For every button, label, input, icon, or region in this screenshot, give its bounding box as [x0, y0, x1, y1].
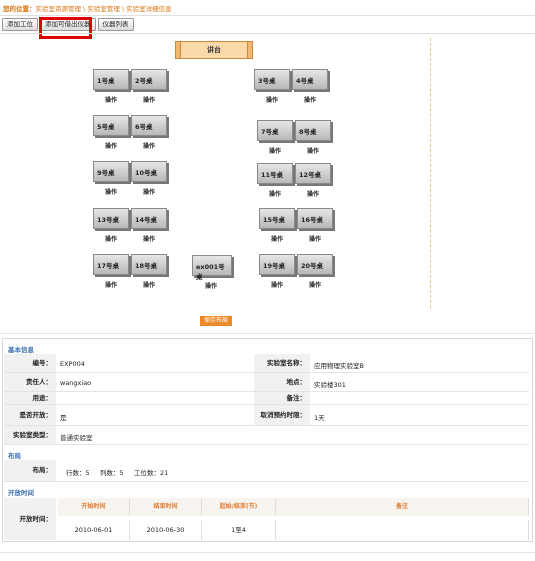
- desk-5[interactable]: 5号桌: [93, 115, 129, 136]
- open-time-label: 开放时间：: [4, 498, 56, 540]
- lab-name-value: 应用物理实验室B: [314, 362, 364, 370]
- desk-18[interactable]: 18号桌: [131, 254, 167, 275]
- desk-5-operate[interactable]: 操作: [105, 141, 117, 150]
- col-periods: 起始/结束(节): [202, 498, 276, 516]
- desk-17[interactable]: 17号桌: [93, 254, 129, 275]
- desk-14-operate[interactable]: 操作: [143, 234, 155, 243]
- desk-16-operate[interactable]: 操作: [309, 234, 321, 243]
- owner-label: 责任人：: [4, 373, 56, 391]
- desk-6-operate[interactable]: 操作: [143, 141, 155, 150]
- basic-info-title: 基本信息: [8, 346, 34, 354]
- col-end-time: 结束时间: [130, 498, 202, 516]
- desk-2-operate[interactable]: 操作: [143, 95, 155, 104]
- desk-19[interactable]: 19号桌: [259, 254, 295, 275]
- open-label: 是否开放：: [4, 405, 56, 425]
- desk-20-operate[interactable]: 操作: [309, 280, 321, 289]
- desk-ex001[interactable]: ex001号桌: [192, 255, 232, 281]
- code-label: 编号：: [4, 354, 56, 372]
- desk-8[interactable]: 8号桌: [295, 120, 331, 141]
- section-divider: [0, 333, 535, 334]
- desk-11-operate[interactable]: 操作: [269, 189, 281, 198]
- desk-1-operate[interactable]: 操作: [105, 95, 117, 104]
- desk-7[interactable]: 7号桌: [257, 120, 293, 141]
- layout-title: 布局: [8, 452, 21, 460]
- desk-15[interactable]: 15号桌: [259, 208, 295, 229]
- save-layout-button[interactable]: 保存布局: [200, 316, 232, 326]
- stations-value: 21: [159, 469, 169, 477]
- desk-4-operate[interactable]: 操作: [304, 95, 316, 104]
- desk-18-operate[interactable]: 操作: [143, 280, 155, 289]
- rows-label: 行数：: [66, 469, 86, 477]
- stations-label: 工位数：: [133, 469, 160, 477]
- desk-4[interactable]: 4号桌: [292, 69, 328, 90]
- footer-divider: [0, 552, 535, 553]
- usage-label: 用途：: [4, 392, 56, 404]
- desk-13[interactable]: 13号桌: [93, 208, 129, 229]
- remark-label: 备注：: [254, 392, 310, 404]
- desk-20[interactable]: 20号桌: [297, 254, 333, 275]
- owner-value: wangxiao: [60, 379, 92, 387]
- open-time-title: 开放时间: [8, 489, 34, 497]
- breadcrumb-path[interactable]: 实验室资源管理 \ 实验室管理 \ 实验室详细信息: [36, 5, 172, 13]
- info-row-3: 用途： 备注：: [4, 392, 529, 405]
- header-divider: [0, 15, 535, 16]
- cols-label: 列数：: [99, 469, 120, 477]
- info-row-5: 实验室类型： 普通实验室: [4, 426, 529, 445]
- cancel-limit-label: 取消预约时限：: [254, 405, 310, 425]
- desk-1[interactable]: 1号桌: [93, 69, 129, 90]
- desk-10-operate[interactable]: 操作: [143, 187, 155, 196]
- desk-3-operate[interactable]: 操作: [266, 95, 278, 104]
- info-row-1: 编号： EXP004 实验室名称： 应用物理实验室B: [4, 354, 529, 373]
- lab-name-label: 实验室名称：: [254, 354, 310, 372]
- toolbar-divider: [0, 33, 535, 34]
- layout-boundary: [430, 38, 431, 308]
- desk-10[interactable]: 10号桌: [131, 161, 167, 182]
- desk-19-operate[interactable]: 操作: [271, 280, 283, 289]
- desk-11[interactable]: 11号桌: [257, 163, 293, 184]
- desk-8-operate[interactable]: 操作: [307, 146, 319, 155]
- instrument-list-button[interactable]: 仪器列表: [97, 18, 134, 31]
- info-row-4: 是否开放： 是 取消预约时限： 1天: [4, 405, 529, 426]
- desk-12[interactable]: 12号桌: [295, 163, 331, 184]
- desk-13-operate[interactable]: 操作: [105, 234, 117, 243]
- highlight-box: [39, 17, 92, 39]
- desk-12-operate[interactable]: 操作: [307, 189, 319, 198]
- lab-type-value: 普通实验室: [60, 434, 93, 442]
- lab-type-label: 实验室类型：: [4, 426, 56, 444]
- cell-end-time: 2010-06-30: [130, 520, 202, 540]
- podium: 讲台: [175, 41, 253, 59]
- desk-17-operate[interactable]: 操作: [105, 280, 117, 289]
- location-value: 实验楼301: [314, 381, 346, 389]
- layout-label: 布局：: [4, 460, 56, 481]
- cell-periods: 1至4: [202, 520, 276, 540]
- location-label: 地点：: [254, 373, 310, 391]
- desk-3[interactable]: 3号桌: [254, 69, 290, 90]
- col-start-time: 开始时间: [58, 498, 130, 516]
- layout-row: 布局： 行数：5 列数：5 工位数：21: [4, 460, 529, 482]
- info-row-2: 责任人： wangxiao 地点： 实验楼301: [4, 373, 529, 392]
- cancel-limit-value: 1天: [314, 414, 325, 422]
- cell-remark: [276, 520, 529, 540]
- add-station-button[interactable]: 添加工位: [2, 18, 38, 31]
- breadcrumb: 您的位置：实验室资源管理 \ 实验室管理 \ 实验室详细信息: [3, 3, 172, 13]
- desk-7-operate[interactable]: 操作: [269, 146, 281, 155]
- desk-15-operate[interactable]: 操作: [271, 234, 283, 243]
- desk-2[interactable]: 2号桌: [131, 69, 167, 90]
- cols-value: 5: [119, 469, 124, 477]
- breadcrumb-label: 您的位置：: [3, 5, 36, 13]
- desk-9[interactable]: 9号桌: [93, 161, 129, 182]
- desk-16[interactable]: 16号桌: [297, 208, 333, 229]
- desk-9-operate[interactable]: 操作: [105, 187, 117, 196]
- open-value: 是: [60, 414, 67, 422]
- desk-14[interactable]: 14号桌: [131, 208, 167, 229]
- rows-value: 5: [85, 469, 90, 477]
- code-value: EXP004: [60, 360, 85, 368]
- cell-start-time: 2010-06-01: [58, 520, 130, 540]
- layout-summary: 行数：5 列数：5 工位数：21: [66, 467, 168, 477]
- desk-ex001-operate[interactable]: 操作: [205, 281, 217, 290]
- col-remark: 备注: [276, 498, 529, 516]
- desk-6[interactable]: 6号桌: [131, 115, 167, 136]
